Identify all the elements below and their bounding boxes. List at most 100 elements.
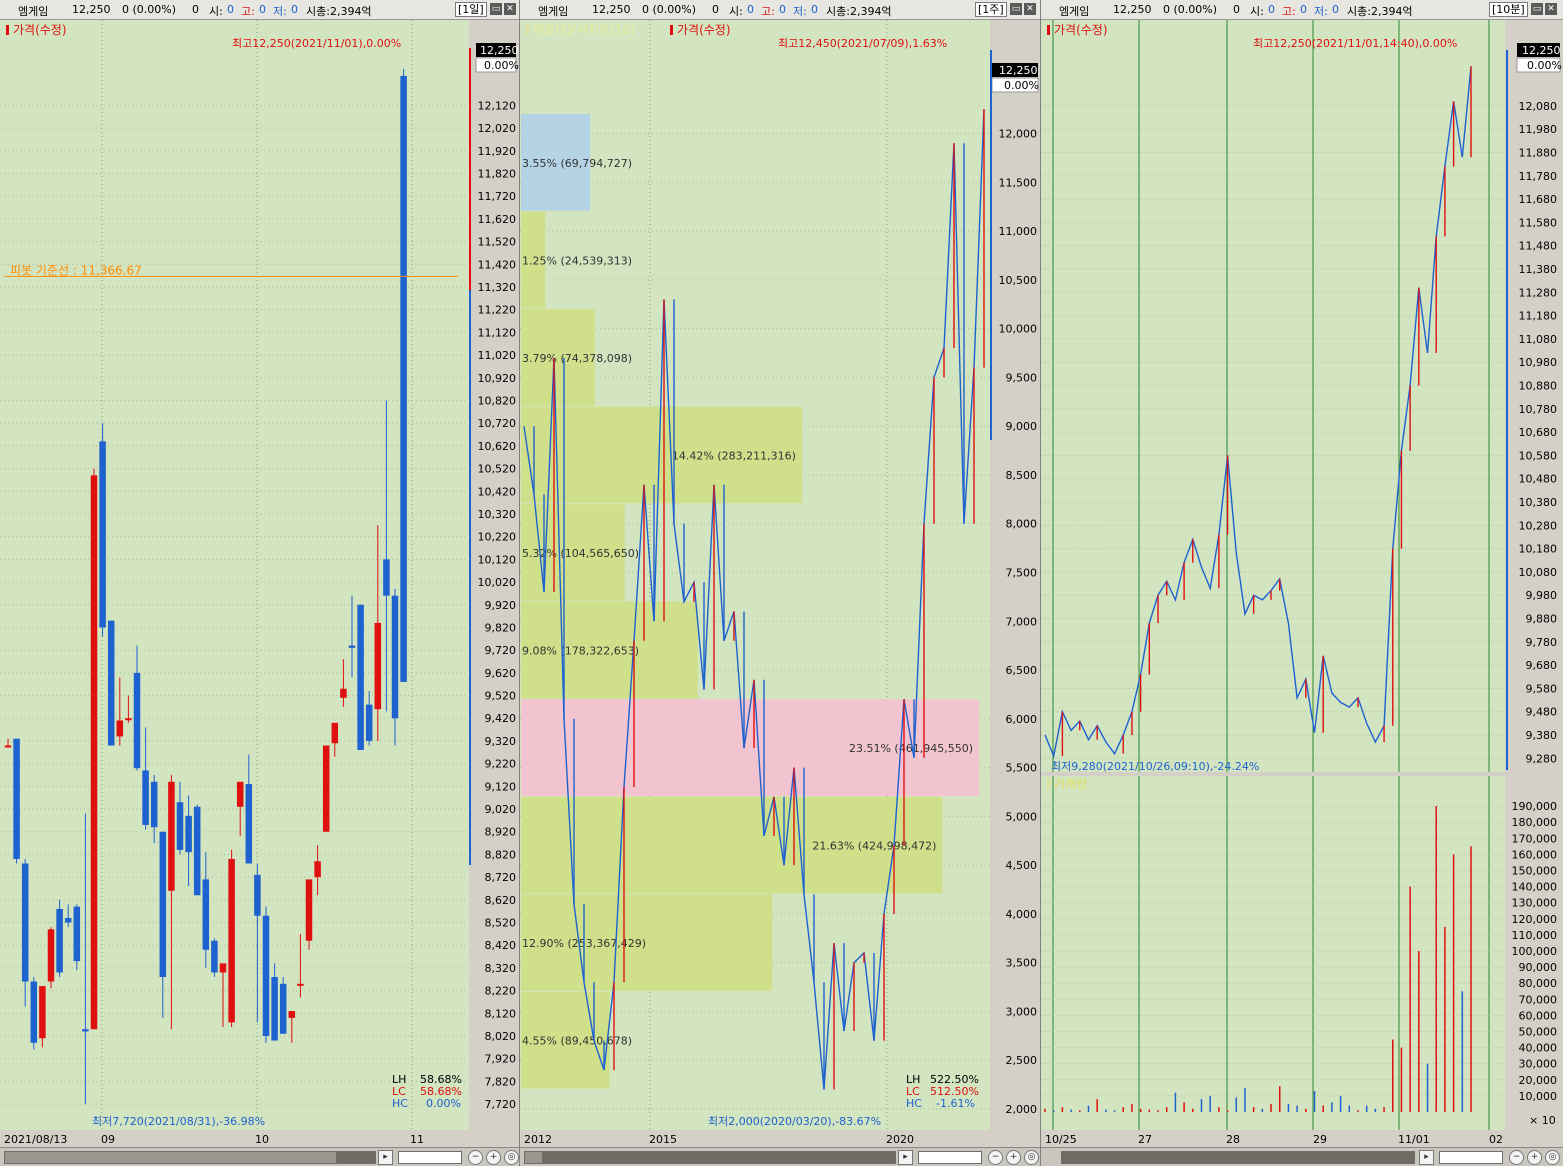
stock-name: 엠게임 bbox=[18, 5, 49, 18]
y-tick-label: 10,620 bbox=[478, 440, 517, 453]
weekly-scrollbar[interactable]: ▸ − + ◎ bbox=[520, 1147, 1040, 1166]
high-label: 고: bbox=[1282, 5, 1296, 18]
y-tick-label: 9,980 bbox=[1526, 589, 1558, 602]
candle-body bbox=[125, 718, 132, 721]
y-tick-label: 7,920 bbox=[485, 1053, 517, 1066]
stat-hc-label: HC bbox=[392, 1097, 408, 1110]
y-tick-label: 11,480 bbox=[1519, 240, 1558, 253]
y-tick-label: 11,020 bbox=[478, 349, 517, 362]
scroll-right-icon[interactable]: ▸ bbox=[1419, 1150, 1434, 1165]
volume-tick-label: 90,000 bbox=[1519, 961, 1558, 974]
close-icon[interactable]: ✕ bbox=[1545, 3, 1557, 15]
daily-candle-chart[interactable]: 피봇 기준선 : 11,366.67 가격(수정) 최고12,250(2021/… bbox=[0, 20, 520, 1150]
y-tick-label: 8,720 bbox=[485, 871, 517, 884]
zoom-in-icon[interactable]: + bbox=[1006, 1150, 1021, 1165]
weekly-stats: LH 522.50% LC 512.50% HC -1.61% bbox=[906, 1073, 979, 1110]
y-tick-label: 5,000 bbox=[1006, 810, 1038, 823]
candle-body bbox=[365, 704, 373, 741]
intraday-scroll-thumb[interactable] bbox=[1061, 1151, 1415, 1164]
candle-body bbox=[142, 770, 149, 825]
candle-body bbox=[47, 929, 55, 982]
y-tick-label: 8,500 bbox=[1006, 469, 1038, 482]
weekly-line-chart[interactable]: 4.55% (89,450,678)12.90% (253,367,429)21… bbox=[520, 20, 1041, 1150]
zoom-reset-icon[interactable]: ◎ bbox=[504, 1150, 519, 1165]
y-tick-label: 10,980 bbox=[1519, 356, 1558, 369]
stock-price: 12,250 bbox=[1113, 3, 1152, 16]
weekly-current-pct: 0.00% bbox=[1004, 79, 1039, 92]
y-tick-label: 9,000 bbox=[1006, 420, 1038, 433]
daily-scrollbar[interactable]: ▸ − + ◎ bbox=[0, 1147, 519, 1166]
close-icon[interactable]: ✕ bbox=[504, 3, 516, 15]
daily-scroll-thumb[interactable] bbox=[336, 1151, 376, 1164]
restore-icon[interactable]: ▭ bbox=[1010, 3, 1022, 15]
close-icon[interactable]: ✕ bbox=[1024, 3, 1036, 15]
zoom-out-icon[interactable]: − bbox=[468, 1150, 483, 1165]
zoom-out-icon[interactable]: − bbox=[988, 1150, 1003, 1165]
candle-body bbox=[297, 983, 304, 986]
timeframe-intraday[interactable]: [10분] bbox=[1489, 2, 1528, 17]
y-tick-label: 11,580 bbox=[1519, 216, 1558, 229]
y-tick-label: 3,000 bbox=[1006, 1005, 1038, 1018]
y-tick-label: 9,320 bbox=[485, 735, 517, 748]
x-label-sep: 09 bbox=[101, 1133, 115, 1146]
zoom-reset-icon[interactable]: ◎ bbox=[1024, 1150, 1039, 1165]
y-tick-label: 11,220 bbox=[478, 304, 517, 317]
y-tick-label: 8,020 bbox=[485, 1030, 517, 1043]
restore-icon[interactable]: ▭ bbox=[490, 3, 502, 15]
y-tick-label: 11,180 bbox=[1519, 310, 1558, 323]
scroll-right-icon[interactable]: ▸ bbox=[898, 1150, 913, 1165]
zoom-in-icon[interactable]: + bbox=[1527, 1150, 1542, 1165]
zoom-in-icon[interactable]: + bbox=[486, 1150, 501, 1165]
x-label-1101: 11/01 bbox=[1398, 1133, 1430, 1146]
y-tick-label: 10,500 bbox=[999, 274, 1038, 287]
y-tick-label: 10,520 bbox=[478, 463, 517, 476]
volume-tick-label: 140,000 bbox=[1512, 881, 1558, 894]
volume-tick-label: 180,000 bbox=[1512, 816, 1558, 829]
pivot-label: 피봇 기준선 : 11,366.67 bbox=[10, 263, 142, 277]
low-value: 0 bbox=[811, 3, 818, 16]
volume-legend: 거래량 bbox=[1054, 777, 1087, 791]
volume-profile-label: 3.79% (74,378,098) bbox=[522, 352, 632, 365]
volume-tick-label: 40,000 bbox=[1519, 1042, 1558, 1055]
high-value: 0 bbox=[1300, 3, 1307, 16]
restore-icon[interactable]: ▭ bbox=[1531, 3, 1543, 15]
y-tick-label: 11,120 bbox=[478, 326, 517, 339]
candle-body bbox=[279, 983, 287, 1034]
y-tick-label: 9,220 bbox=[485, 758, 517, 771]
y-tick-label: 9,920 bbox=[485, 599, 517, 612]
y-tick-label: 11,720 bbox=[478, 190, 517, 203]
intraday-chart[interactable]: 가격(수정) 거래량 최고12,250(2021/11/01,14:40),0.… bbox=[1041, 20, 1563, 1150]
y-tick-label: 9,680 bbox=[1526, 659, 1558, 672]
y-tick-label: 8,320 bbox=[485, 962, 517, 975]
scroll-right-icon[interactable]: ▸ bbox=[378, 1150, 393, 1165]
timeframe-daily[interactable]: [1일] bbox=[455, 2, 487, 17]
weekly-zoom-slider[interactable] bbox=[918, 1151, 982, 1164]
intraday-legend: 가격(수정) bbox=[1054, 23, 1108, 37]
volume-tick-label: 30,000 bbox=[1519, 1058, 1558, 1071]
intraday-scrollbar[interactable]: ▸ − + ◎ bbox=[1041, 1147, 1563, 1166]
y-tick-label: 8,000 bbox=[1006, 518, 1038, 531]
low-label: 저: bbox=[1314, 5, 1328, 18]
y-tick-label: 11,920 bbox=[478, 145, 517, 158]
daily-scroll-track[interactable] bbox=[4, 1151, 376, 1164]
y-tick-label: 6,500 bbox=[1006, 664, 1038, 677]
candle-body bbox=[374, 622, 382, 710]
y-tick-label: 10,680 bbox=[1519, 426, 1558, 439]
weekly-current-price: 12,250 bbox=[999, 64, 1038, 77]
zoom-out-icon[interactable]: − bbox=[1509, 1150, 1524, 1165]
y-tick-label: 11,620 bbox=[478, 213, 517, 226]
intraday-zoom-slider[interactable] bbox=[1439, 1151, 1503, 1164]
daily-zoom-slider[interactable] bbox=[398, 1151, 462, 1164]
timeframe-weekly[interactable]: [1주] bbox=[975, 2, 1007, 17]
y-tick-label: 11,820 bbox=[478, 167, 517, 180]
stock-name: 엠게임 bbox=[1059, 5, 1090, 18]
weekly-scroll-thumb[interactable] bbox=[542, 1151, 896, 1164]
zoom-reset-icon[interactable]: ◎ bbox=[1545, 1150, 1560, 1165]
y-tick-label: 4,000 bbox=[1006, 908, 1038, 921]
candle-body bbox=[116, 720, 124, 737]
open-value: 0 bbox=[227, 3, 234, 16]
x-label-oct: 10 bbox=[255, 1133, 269, 1146]
y-tick-label: 7,500 bbox=[1006, 566, 1038, 579]
high-label: 고: bbox=[761, 5, 775, 18]
volume-tick-label: 190,000 bbox=[1512, 800, 1558, 813]
